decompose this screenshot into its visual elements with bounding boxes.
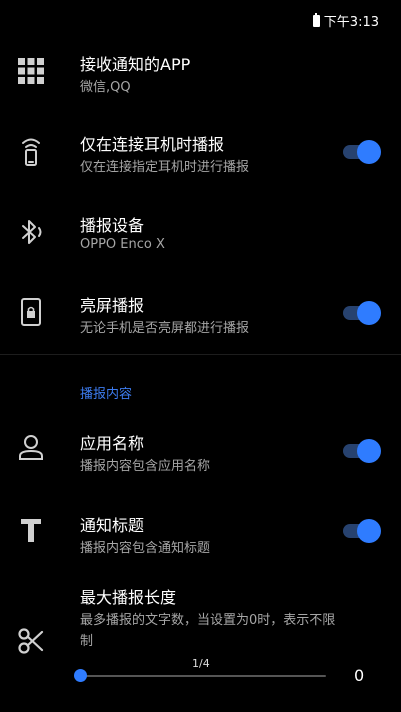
status-indicators: 下午3:13 — [312, 11, 379, 30]
setting-screen-on-subtitle: 无论手机是否亮屏都进行播报 — [80, 321, 250, 336]
bluetooth-icon — [14, 215, 48, 249]
setting-app-name-subtitle: 播报内容包含应用名称 — [80, 459, 211, 474]
max-length-slider[interactable] — [74, 668, 326, 684]
text-t-icon — [14, 513, 48, 547]
scissors-icon — [14, 624, 48, 658]
toggle-knob — [357, 140, 381, 164]
setting-apps[interactable]: 接收通知的APP 微信,QQ — [0, 44, 401, 106]
setting-notif-title-subtitle: 播报内容包含通知标题 — [80, 541, 211, 556]
setting-notif-title[interactable]: 通知标题 播报内容包含通知标题 — [0, 503, 401, 565]
setting-max-length-subtitle-line1: 最多播报的文字数，当设置为0时，表示不限 — [80, 613, 336, 628]
toggle-knob — [357, 301, 381, 325]
apps-grid-icon — [14, 54, 48, 88]
section-header-content: 播报内容 — [80, 387, 133, 402]
person-icon — [14, 431, 48, 465]
slider-thumb[interactable] — [74, 669, 87, 682]
max-length-value: 0 — [354, 666, 365, 685]
setting-screen-on[interactable]: 亮屏播报 无论手机是否亮屏都进行播报 — [0, 285, 401, 347]
setting-max-length-title: 最大播报长度 — [80, 588, 177, 607]
slider-rail — [80, 675, 326, 677]
battery-icon — [312, 12, 320, 27]
setting-max-length-subtitle-line2: 制 — [80, 634, 94, 649]
app-name-toggle[interactable] — [343, 439, 381, 463]
setting-apps-title: 接收通知的APP — [80, 55, 191, 74]
setting-device-title: 播报设备 — [80, 216, 145, 235]
setting-notif-title-title: 通知标题 — [80, 516, 145, 535]
toggle-knob — [357, 519, 381, 543]
setting-headset-only[interactable]: 仅在连接耳机时播报 仅在连接指定耳机时进行播报 — [0, 124, 401, 186]
screen-on-toggle[interactable] — [343, 301, 381, 325]
headset-signal-icon — [14, 134, 48, 168]
setting-app-name-title: 应用名称 — [80, 434, 145, 453]
status-time: 下午3:13 — [323, 15, 379, 30]
setting-device-subtitle: OPPO Enco X — [80, 237, 165, 252]
notif-title-toggle[interactable] — [343, 519, 381, 543]
status-bar: 下午3:13 — [0, 0, 401, 36]
phone-lock-icon — [14, 295, 48, 329]
headset-only-toggle[interactable] — [343, 140, 381, 164]
setting-headset-only-title: 仅在连接耳机时播报 — [80, 135, 225, 154]
setting-device[interactable]: 播报设备 OPPO Enco X — [0, 205, 401, 267]
setting-apps-subtitle: 微信,QQ — [80, 80, 131, 95]
setting-app-name[interactable]: 应用名称 播报内容包含应用名称 — [0, 421, 401, 483]
section-divider — [0, 354, 401, 355]
setting-screen-on-title: 亮屏播报 — [80, 296, 145, 315]
setting-headset-only-subtitle: 仅在连接指定耳机时进行播报 — [80, 160, 250, 175]
toggle-knob — [357, 439, 381, 463]
